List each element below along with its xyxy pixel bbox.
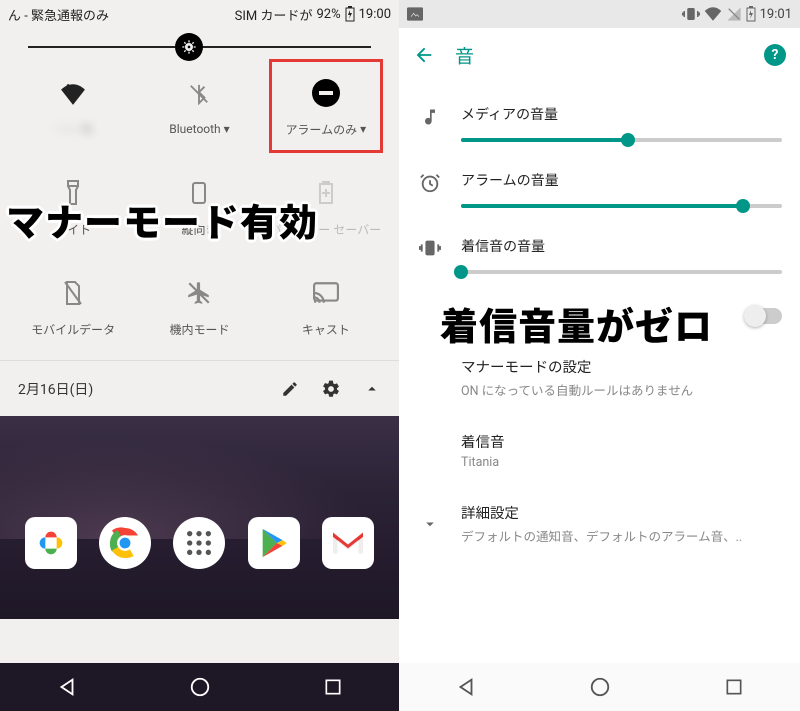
- home-button[interactable]: [189, 676, 211, 698]
- date-text: 2月16日(日): [18, 379, 93, 399]
- settings-icon[interactable]: [321, 379, 341, 399]
- advanced-title: 詳細設定: [461, 502, 782, 523]
- back-button[interactable]: [455, 676, 477, 698]
- app-chrome[interactable]: [99, 517, 151, 569]
- alarm-volume-slider[interactable]: [461, 204, 782, 208]
- qs-bluetooth-label: Bluetooth ▾: [169, 122, 229, 136]
- alarm-icon: [419, 172, 441, 194]
- qs-tile-dnd[interactable]: アラームのみ ▾: [263, 56, 389, 156]
- screenshot-icon: [407, 7, 423, 21]
- qs-cast-label: キャスト: [302, 321, 350, 338]
- ring-volume-slider[interactable]: [461, 270, 782, 274]
- sim-off-icon: [63, 280, 83, 306]
- alarm-volume-label: アラームの音量: [461, 170, 782, 190]
- airplane-off-icon: [186, 280, 212, 306]
- qs-tile-wifi[interactable]: ········ ▾: [10, 56, 136, 156]
- media-volume-label: メディアの音量: [461, 104, 782, 124]
- annotation-overlay-left: マナーモード有効: [6, 192, 318, 247]
- back-arrow-icon[interactable]: [413, 44, 435, 66]
- media-volume-row: メディアの音量: [417, 94, 782, 160]
- qs-tile-cast[interactable]: キャスト: [263, 256, 389, 356]
- wifi-icon: [60, 83, 86, 105]
- battery-saver-icon: [318, 181, 334, 205]
- vibrate-icon: [419, 238, 441, 258]
- alarm-volume-row: アラームの音量: [417, 160, 782, 226]
- cast-icon: [313, 282, 339, 304]
- recents-button[interactable]: [724, 677, 744, 697]
- edit-icon[interactable]: [281, 380, 299, 398]
- shade-footer: 2月16日(日): [0, 360, 399, 416]
- dnd-title: マナーモードの設定: [461, 356, 782, 377]
- home-wallpaper: [0, 416, 399, 619]
- app-drawer[interactable]: [173, 517, 225, 569]
- media-volume-slider[interactable]: [461, 138, 782, 142]
- advanced-sub: デフォルトの通知音、デフォルトのアラーム音、..: [461, 526, 782, 545]
- clock-text: 19:01: [760, 7, 792, 22]
- qs-mobile-data-label: モバイルデータ: [31, 321, 115, 338]
- clock-text: 19:00: [359, 7, 391, 22]
- recents-button[interactable]: [323, 677, 343, 697]
- statusbar-right: 19:01: [399, 0, 800, 28]
- signal-off-icon: [726, 6, 742, 22]
- battery-charging-icon: [746, 6, 756, 22]
- expand-icon[interactable]: [363, 380, 381, 398]
- vibrate-toggle[interactable]: [746, 308, 782, 324]
- statusbar-left: ん - 緊急通報のみ SIM カードが 92% 19:00: [0, 0, 399, 28]
- app-photos[interactable]: [25, 517, 77, 569]
- navbar-right: [399, 663, 800, 711]
- annotation-overlay-right: 着信音量がゼロ: [440, 296, 713, 351]
- vibrate-icon: [682, 6, 700, 22]
- qs-tile-mobile-data[interactable]: モバイルデータ: [10, 256, 136, 356]
- appbar: 音 ?: [399, 28, 800, 82]
- advanced-row[interactable]: 詳細設定 デフォルトの通知音、デフォルトのアラーム音、..: [417, 486, 782, 561]
- back-button[interactable]: [56, 676, 78, 698]
- home-button[interactable]: [589, 676, 611, 698]
- dock: [0, 517, 399, 569]
- dnd-sub: ON になっている自動ルールはありません: [461, 380, 782, 399]
- appbar-title: 音: [455, 42, 744, 69]
- dnd-settings-row[interactable]: マナーモードの設定 ON になっている自動ルールはありません: [417, 340, 782, 415]
- carrier-text: ん - 緊急通報のみ: [8, 5, 109, 24]
- battery-text: 92%: [316, 7, 340, 22]
- brightness-slider[interactable]: [0, 28, 399, 56]
- wifi-icon: [704, 7, 722, 21]
- sim-text: SIM カードが: [235, 5, 313, 24]
- ringtone-row[interactable]: 着信音 Titania: [417, 415, 782, 486]
- qs-tile-airplane[interactable]: 機内モード: [136, 256, 262, 356]
- qs-airplane-label: 機内モード: [169, 321, 229, 338]
- qs-tile-bluetooth[interactable]: Bluetooth ▾: [136, 56, 262, 156]
- qs-wifi-label: ········ ▾: [56, 122, 90, 136]
- app-play-store[interactable]: [248, 517, 300, 569]
- help-button[interactable]: ?: [764, 44, 786, 66]
- navbar-left: [0, 663, 399, 711]
- ring-volume-label: 着信音の音量: [461, 236, 782, 256]
- app-gmail[interactable]: [322, 517, 374, 569]
- ringtone-sub: Titania: [461, 455, 782, 470]
- highlight-box: [269, 59, 383, 153]
- bluetooth-off-icon: [188, 81, 210, 107]
- ringtone-title: 着信音: [461, 431, 782, 452]
- battery-charging-icon: [345, 6, 355, 22]
- ring-volume-row: 着信音の音量: [417, 226, 782, 292]
- music-note-icon: [420, 106, 440, 128]
- chevron-down-icon: [421, 515, 439, 533]
